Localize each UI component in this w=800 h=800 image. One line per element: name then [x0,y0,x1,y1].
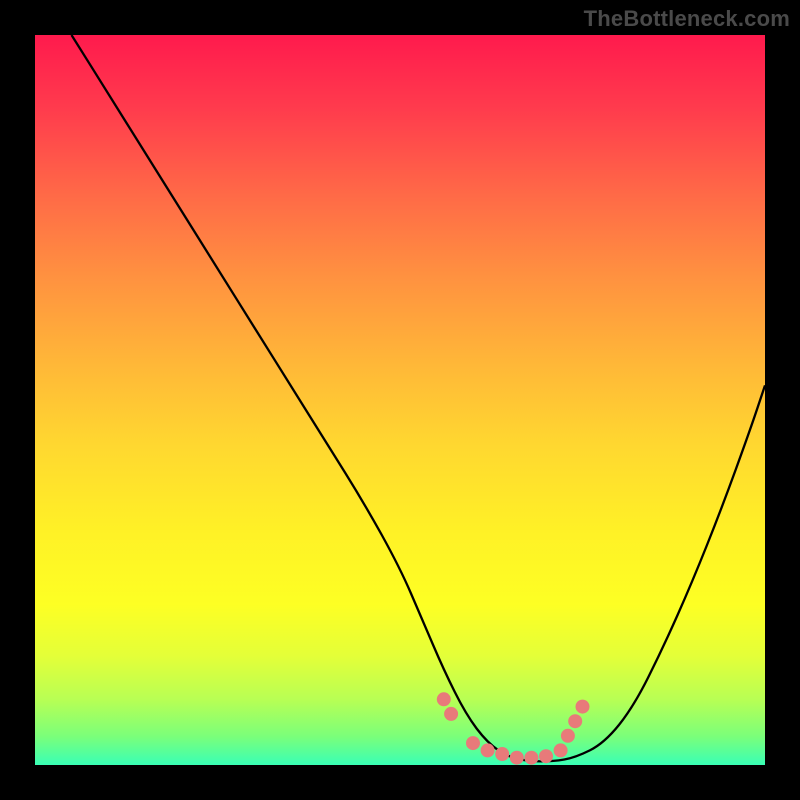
curve-svg [35,35,765,765]
scatter-dot [466,736,480,750]
scatter-dot [561,729,575,743]
scatter-dot [495,747,509,761]
scatter-dot [444,707,458,721]
scatter-dot [510,751,524,765]
chart-container: TheBottleneck.com [0,0,800,800]
scatter-dot [524,751,538,765]
scatter-dot [437,692,451,706]
bottleneck-curve [72,35,766,761]
watermark-text: TheBottleneck.com [584,6,790,32]
scatter-dot [576,700,590,714]
scatter-dot [554,743,568,757]
scatter-dot [481,743,495,757]
scatter-dot [568,714,582,728]
scatter-dot [539,749,553,763]
plot-area [35,35,765,765]
